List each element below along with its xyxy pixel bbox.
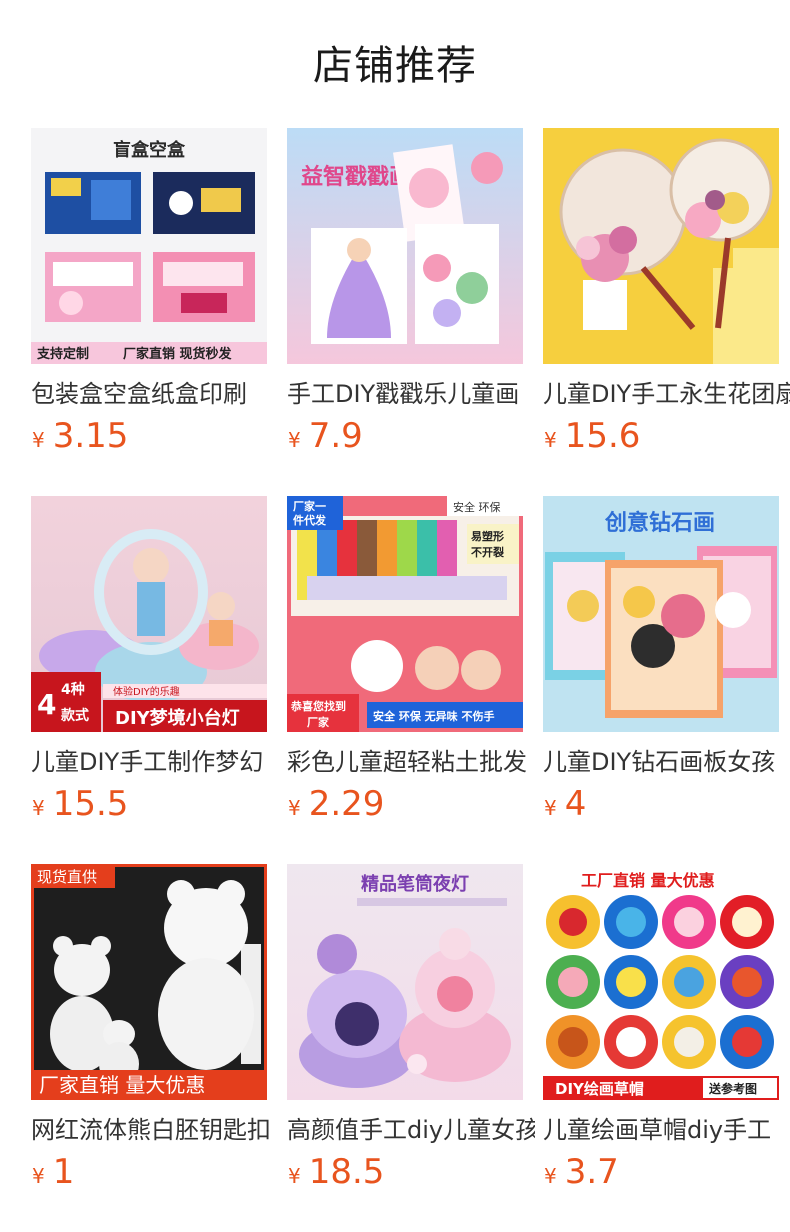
currency-symbol: ¥ xyxy=(544,796,557,820)
svg-text:恭喜您找到: 恭喜您找到 xyxy=(290,699,346,713)
price-amount: 2.29 xyxy=(308,784,385,824)
product-price: ¥ 15.6 xyxy=(543,414,779,458)
image-caption: DIY绘画草帽 xyxy=(555,1080,644,1098)
image-caption: 款式 xyxy=(61,707,89,724)
product-image[interactable]: 工厂直销 量大优惠 DIY绘画草帽 送参考图 xyxy=(543,864,779,1100)
product-name[interactable]: 儿童DIY手工永生花团扇 xyxy=(543,376,790,412)
product-name[interactable]: 儿童DIY钻石画板女孩 xyxy=(543,744,790,780)
product-price: ¥ 2.29 xyxy=(287,782,523,826)
price-amount: 18.5 xyxy=(308,1152,385,1192)
image-caption: DIY梦境小台灯 xyxy=(115,707,240,729)
image-caption: 安全 环保 无异味 不伤手 xyxy=(373,709,495,723)
currency-symbol: ¥ xyxy=(288,796,301,820)
image-caption: 厂家直销 现货秒发 xyxy=(123,346,233,362)
product-name[interactable]: 包装盒空盒纸盒印刷 xyxy=(31,376,279,412)
currency-symbol: ¥ xyxy=(288,428,301,452)
product-price: ¥ 4 xyxy=(543,782,779,826)
product-card[interactable]: 现货直供 厂家直销 量大优惠 网红流体熊白胚钥匙扣 ¥ 1 xyxy=(31,864,271,1232)
product-card[interactable]: 儿童DIY手工永生花团扇 ¥ 15.6 xyxy=(543,128,790,496)
price-amount: 15.5 xyxy=(52,784,129,824)
image-caption: 厂家直销 量大优惠 xyxy=(39,1073,205,1097)
product-name[interactable]: 高颜值手工diy儿童女孩 xyxy=(287,1112,535,1148)
image-caption: 创意钻石画 xyxy=(604,510,715,536)
currency-symbol: ¥ xyxy=(32,796,45,820)
currency-symbol: ¥ xyxy=(288,1164,301,1188)
product-name[interactable]: 网红流体熊白胚钥匙扣 xyxy=(31,1112,279,1148)
currency-symbol: ¥ xyxy=(32,428,45,452)
product-image[interactable]: 现货直供 厂家直销 量大优惠 xyxy=(31,864,267,1100)
product-card[interactable]: 创意钻石画 儿童DIY钻石画板女孩 ¥ 4 xyxy=(543,496,779,864)
image-caption: 精品笔筒夜灯 xyxy=(361,873,469,895)
image-caption: 安全 环保 xyxy=(453,500,501,514)
product-price: ¥ 3.7 xyxy=(543,1150,779,1194)
page-title: 店铺推荐 xyxy=(313,43,477,89)
price-amount: 3.7 xyxy=(564,1152,619,1192)
svg-text:不开裂: 不开裂 xyxy=(471,545,504,559)
product-card[interactable]: 益智戳戳画 手工DIY戳戳乐儿童画 ¥ 7.9 xyxy=(287,128,523,496)
svg-text:厂家: 厂家 xyxy=(307,715,330,729)
price-amount: 7.9 xyxy=(308,416,363,456)
product-image[interactable]: 4 4种 款式 体验DIY的乐趣 DIY梦境小台灯 xyxy=(31,496,267,732)
product-image[interactable]: 创意钻石画 xyxy=(543,496,779,732)
svg-text:厂家一: 厂家一 xyxy=(293,499,326,513)
product-name[interactable]: 儿童DIY手工制作梦幻 xyxy=(31,744,279,780)
product-price: ¥ 7.9 xyxy=(287,414,523,458)
product-card[interactable]: 厂家一 件代发 安全 环保 易塑形 不开裂 恭喜您找到 厂家 安全 环保 无异味… xyxy=(287,496,527,864)
product-price: ¥ 18.5 xyxy=(287,1150,523,1194)
image-caption: 工厂直销 量大优惠 xyxy=(581,871,715,890)
product-image[interactable]: 厂家一 件代发 安全 环保 易塑形 不开裂 恭喜您找到 厂家 安全 环保 无异味… xyxy=(287,496,523,732)
price-amount: 1 xyxy=(52,1152,75,1192)
price-amount: 15.6 xyxy=(564,416,641,456)
currency-symbol: ¥ xyxy=(544,1164,557,1188)
product-name[interactable]: 手工DIY戳戳乐儿童画 xyxy=(287,376,535,412)
image-caption: 盲盒空盒 xyxy=(113,139,186,161)
svg-text:件代发: 件代发 xyxy=(293,513,327,527)
product-card[interactable]: 工厂直销 量大优惠 DIY绘画草帽 送参考图 儿童绘画草帽diy手工 ¥ 3.7 xyxy=(543,864,779,1232)
product-image[interactable]: 益智戳戳画 xyxy=(287,128,523,364)
product-price: ¥ 15.5 xyxy=(31,782,267,826)
product-name[interactable]: 儿童绘画草帽diy手工 xyxy=(543,1112,790,1148)
product-name[interactable]: 彩色儿童超轻粘土批发 xyxy=(287,744,535,780)
price-amount: 3.15 xyxy=(52,416,129,456)
product-price: ¥ 3.15 xyxy=(31,414,267,458)
product-card[interactable]: 4 4种 款式 体验DIY的乐趣 DIY梦境小台灯 儿童DIY手工制作梦幻 ¥ … xyxy=(31,496,267,864)
image-caption: 现货直供 xyxy=(37,868,97,886)
product-card[interactable]: 盲盒空盒 支持定制 厂家直销 现货秒发 包装盒空盒纸盒印刷 ¥ 3.15 xyxy=(31,128,267,496)
currency-symbol: ¥ xyxy=(32,1164,45,1188)
product-grid: 盲盒空盒 支持定制 厂家直销 现货秒发 包装盒空盒纸盒印刷 ¥ 3.15 益智戳… xyxy=(31,128,790,1232)
svg-text:4: 4 xyxy=(37,688,56,721)
product-price: ¥ 1 xyxy=(31,1150,267,1194)
product-image[interactable] xyxy=(543,128,779,364)
svg-text:易塑形: 易塑形 xyxy=(471,529,504,543)
image-caption: 送参考图 xyxy=(708,1081,757,1096)
currency-symbol: ¥ xyxy=(544,428,557,452)
page: 店铺推荐 盲盒空盒 支持定制 厂家直销 现货秒发 包装盒空盒纸盒印刷 ¥ 3.1… xyxy=(0,0,790,1232)
image-caption: 4种 xyxy=(61,681,85,698)
product-card[interactable]: 精品笔筒夜灯 高颜值手工diy儿童女孩 ¥ 18.5 xyxy=(287,864,535,1232)
image-caption: 益智戳戳画 xyxy=(301,164,411,190)
image-caption: 支持定制 xyxy=(36,346,89,362)
image-caption: 体验DIY的乐趣 xyxy=(113,685,180,698)
product-image[interactable]: 精品笔筒夜灯 xyxy=(287,864,523,1100)
product-image[interactable]: 盲盒空盒 支持定制 厂家直销 现货秒发 xyxy=(31,128,267,364)
price-amount: 4 xyxy=(564,784,587,824)
